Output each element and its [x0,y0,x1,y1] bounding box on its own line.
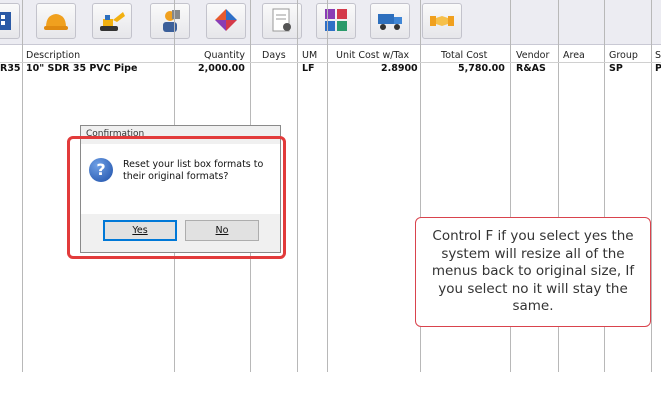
annotation-callout: Control F if you select yes the system w… [415,217,651,327]
worker-icon[interactable] [150,3,190,39]
cell-group[interactable]: SP [609,63,623,74]
report-icon[interactable] [0,3,20,39]
column-divider [327,0,328,372]
header-vendor[interactable]: Vendor [516,50,549,61]
excavator-icon[interactable] [92,3,132,39]
header-total-cost[interactable]: Total Cost [441,50,487,61]
header-um[interactable]: UM [302,50,317,61]
header-days[interactable]: Days [262,50,286,61]
header-description[interactable]: Description [26,50,80,61]
toolbar [0,0,661,45]
cell-vendor[interactable]: R&AS [516,63,546,74]
header-area[interactable]: Area [563,50,585,61]
cell-partial[interactable]: R35 [0,63,21,74]
cell-s[interactable]: P [655,63,661,74]
contract-document-icon[interactable] [262,3,302,39]
column-divider [22,0,23,372]
cell-quantity[interactable]: 2,000.00 [198,63,245,74]
header-s[interactable]: S [655,50,661,61]
cell-unit-cost[interactable]: 2.8900 [381,63,418,74]
column-divider [651,0,652,372]
hardhat-icon[interactable] [36,3,76,39]
header-group[interactable]: Group [609,50,638,61]
column-divider [297,0,298,372]
diamond-shapes-icon[interactable] [206,3,246,39]
color-blocks-icon[interactable] [316,3,356,39]
dump-truck-icon[interactable] [370,3,410,39]
highlight-frame [67,136,286,259]
handshake-icon[interactable] [422,3,462,39]
header-unit-cost[interactable]: Unit Cost w/Tax [336,50,409,61]
cell-total-cost[interactable]: 5,780.00 [458,63,505,74]
cell-um[interactable]: LF [302,63,315,74]
header-quantity[interactable]: Quantity [204,50,245,61]
cell-description[interactable]: 10" SDR 35 PVC Pipe [26,63,137,74]
